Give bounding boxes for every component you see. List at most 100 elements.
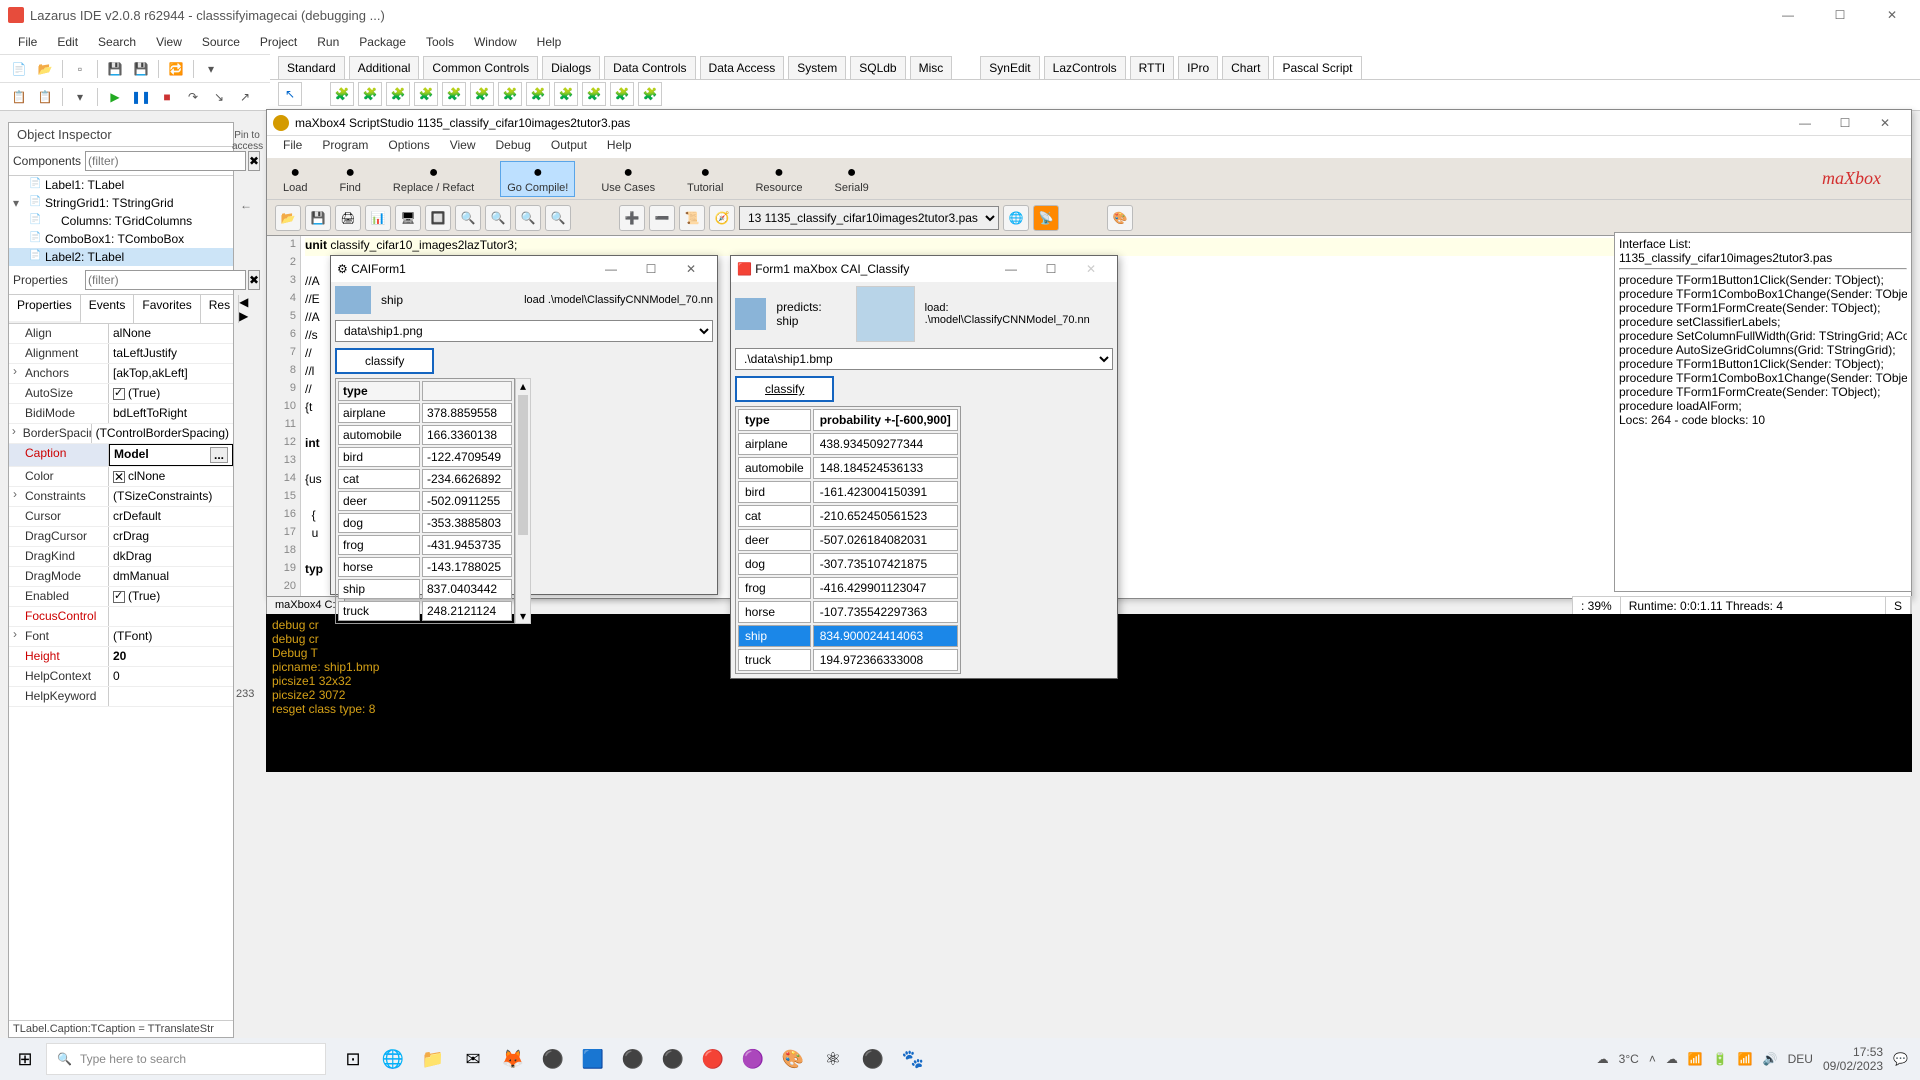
menu-project[interactable]: Project	[250, 33, 307, 51]
palette-comp-2[interactable]: 🧩	[358, 82, 382, 106]
form1-result-table[interactable]: typeprobability +-[-600,900]airplane438.…	[735, 406, 961, 674]
cai-image-combo[interactable]: data\ship1.png	[335, 320, 713, 342]
pause-icon[interactable]: ❚❚	[130, 86, 152, 108]
new-form-icon[interactable]: ▫	[69, 58, 91, 80]
mx-remove-icon[interactable]: ➖	[649, 205, 675, 231]
menu-package[interactable]: Package	[349, 33, 416, 51]
form1-close-button[interactable]: ✕	[1071, 255, 1111, 283]
mx-screen-icon[interactable]: 🖥	[395, 205, 421, 231]
edge-icon[interactable]: 🌐	[376, 1042, 410, 1076]
prop-row[interactable]: DragModedmManual	[9, 567, 233, 587]
tray-chevron-icon[interactable]: ˄	[1649, 1052, 1656, 1066]
mode-icon[interactable]: ▾	[69, 86, 91, 108]
mx-zoom-icon[interactable]: 🔍	[455, 205, 481, 231]
notification-icon[interactable]: 💬	[1893, 1052, 1908, 1066]
app4-icon[interactable]: ⚫	[656, 1042, 690, 1076]
prop-row[interactable]: AlignmenttaLeftJustify	[9, 344, 233, 364]
table-row[interactable]: bird-122.4709549	[338, 447, 512, 467]
mx-tool-use-cases[interactable]: ●Use Cases	[595, 162, 661, 196]
step-out-icon[interactable]: ↗	[234, 86, 256, 108]
tree-item[interactable]: Label2: TLabel	[9, 248, 233, 266]
task-view-icon[interactable]: ⊡	[336, 1042, 370, 1076]
mx-menu-program[interactable]: Program	[312, 136, 378, 158]
mx-menu-options[interactable]: Options	[378, 136, 439, 158]
table-row[interactable]: automobile166.3360138	[338, 425, 512, 445]
prop-row[interactable]: CaptionModel...	[9, 444, 233, 467]
mx-rss-icon[interactable]: 📡	[1033, 205, 1059, 231]
menu-source[interactable]: Source	[192, 33, 250, 51]
prop-row[interactable]: FocusControl	[9, 607, 233, 627]
form1-classify-button[interactable]: classify	[735, 376, 834, 402]
close-button[interactable]: ✕	[1872, 1, 1912, 29]
table-row[interactable]: dog-353.3885803	[338, 513, 512, 533]
table-row[interactable]: dog-307.735107421875	[738, 553, 958, 575]
palette-comp-4[interactable]: 🧩	[414, 82, 438, 106]
maxbox-titlebar[interactable]: maXbox4 ScriptStudio 1135_classify_cifar…	[267, 110, 1911, 136]
mx-tool-find[interactable]: ●Find	[333, 162, 366, 196]
tab-restricted[interactable]: Res	[201, 295, 239, 323]
weather-temp[interactable]: 3°C	[1619, 1052, 1639, 1066]
table-row[interactable]: airplane438.934509277344	[738, 433, 958, 455]
language-indicator[interactable]: DEU	[1788, 1052, 1813, 1066]
tab-common-controls[interactable]: Common Controls	[423, 56, 538, 79]
back-arrow-icon[interactable]: ←	[240, 198, 252, 212]
prop-row[interactable]: CursorcrDefault	[9, 507, 233, 527]
palette-comp-10[interactable]: 🧩	[582, 82, 606, 106]
table-row[interactable]: frog-416.429901123047	[738, 577, 958, 599]
prop-row[interactable]: AutoSize(True)	[9, 384, 233, 404]
wifi-icon[interactable]: 📶	[1738, 1052, 1753, 1066]
cai-maximize-button[interactable]: ☐	[631, 255, 671, 283]
prop-row[interactable]: HelpKeyword	[9, 687, 233, 707]
mx-tool-replace-refact[interactable]: ●Replace / Refact	[387, 162, 480, 196]
taskbar-search[interactable]: 🔍 Type here to search	[46, 1043, 326, 1075]
save-icon[interactable]: 💾	[104, 58, 126, 80]
mx-menu-help[interactable]: Help	[597, 136, 642, 158]
clock[interactable]: 17:53 09/02/2023	[1823, 1045, 1883, 1074]
tab-system[interactable]: System	[788, 56, 846, 79]
volume-icon[interactable]: 🔊	[1763, 1052, 1778, 1066]
table-row[interactable]: bird-161.423004150391	[738, 481, 958, 503]
mx-open-icon[interactable]: 📂	[275, 205, 301, 231]
new-unit-icon[interactable]: 📄	[8, 58, 30, 80]
maximize-button[interactable]: ☐	[1820, 1, 1860, 29]
table-row[interactable]: frog-431.9453735	[338, 535, 512, 555]
mx-print-icon[interactable]: 🖨	[335, 205, 361, 231]
toggle-icon[interactable]: 🔁	[165, 58, 187, 80]
form1-maximize-button[interactable]: ☐	[1031, 255, 1071, 283]
mx-save-icon[interactable]: 💾	[305, 205, 331, 231]
tab-data-access[interactable]: Data Access	[700, 56, 785, 79]
prop-row[interactable]: Height20	[9, 647, 233, 667]
mx-minimize-button[interactable]: —	[1785, 109, 1825, 137]
palette-comp-8[interactable]: 🧩	[526, 82, 550, 106]
mx-menu-debug[interactable]: Debug	[486, 136, 541, 158]
table-row[interactable]: automobile148.184524536133	[738, 457, 958, 479]
mx-menu-file[interactable]: File	[273, 136, 312, 158]
cai-scrollbar[interactable]: ▴ ▾	[515, 378, 531, 624]
tab-synedit[interactable]: SynEdit	[980, 56, 1039, 79]
palette-selector-icon[interactable]: ↖	[278, 82, 302, 106]
tree-item[interactable]: ▾StringGrid1: TStringGrid	[9, 194, 233, 212]
menu-edit[interactable]: Edit	[47, 33, 88, 51]
tab-sqldb[interactable]: SQLdb	[850, 56, 905, 79]
tab-properties[interactable]: Properties	[9, 295, 81, 323]
app7-icon[interactable]: 🎨	[776, 1042, 810, 1076]
prop-row[interactable]: DragKinddkDrag	[9, 547, 233, 567]
palette-comp-1[interactable]: 🧩	[330, 82, 354, 106]
table-row[interactable]: horse-143.1788025	[338, 557, 512, 577]
mx-tool-load[interactable]: ●Load	[277, 162, 313, 196]
palette-comp-6[interactable]: 🧩	[470, 82, 494, 106]
table-row[interactable]: truck194.972366333008	[738, 649, 958, 671]
table-row[interactable]: deer-502.0911255	[338, 491, 512, 511]
tab-pascal-script[interactable]: Pascal Script	[1273, 56, 1361, 79]
menu-tools[interactable]: Tools	[416, 33, 464, 51]
prop-row[interactable]: Color✕clNone	[9, 467, 233, 487]
bluetooth-icon[interactable]: 📶	[1688, 1052, 1703, 1066]
mx-browser-icon[interactable]: 🔲	[425, 205, 451, 231]
mx-tool-go-compile-[interactable]: ●Go Compile!	[500, 161, 575, 197]
cai-classify-button[interactable]: classify	[335, 348, 434, 374]
mx-menu-output[interactable]: Output	[541, 136, 597, 158]
cai-close-button[interactable]: ✕	[671, 255, 711, 283]
tab-rtti[interactable]: RTTI	[1130, 56, 1174, 79]
properties-filter-input[interactable]	[85, 270, 246, 290]
explorer-icon[interactable]: 📁	[416, 1042, 450, 1076]
